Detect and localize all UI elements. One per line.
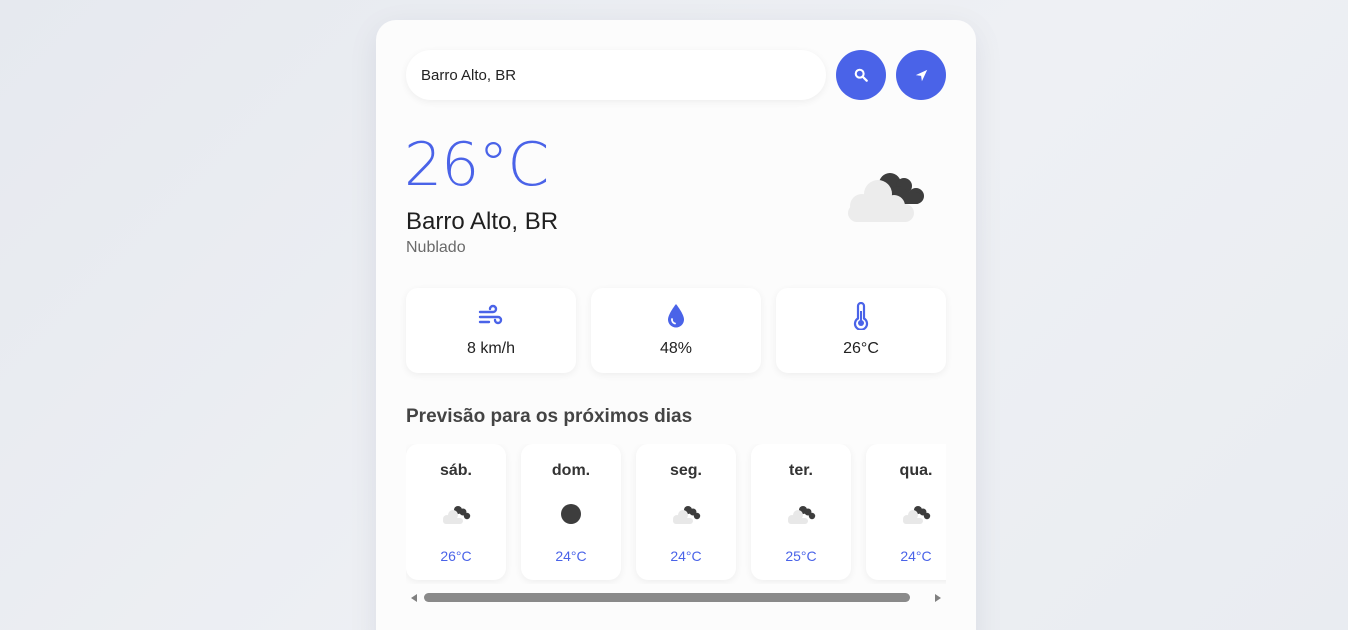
forecast-day-card: qua. 24°C [866, 444, 946, 580]
thermometer-icon [853, 302, 869, 330]
cloudy-icon [903, 506, 931, 524]
location-arrow-icon [915, 69, 927, 81]
current-stats: 8 km/h 48% 26°C [406, 288, 946, 373]
forecast-day-name: seg. [669, 462, 702, 479]
humidity-stat: 48% [591, 288, 761, 373]
current-temperature: 26°C [404, 130, 549, 200]
current-location-button[interactable] [896, 50, 946, 100]
forecast-day-temp: 26°C [440, 548, 472, 564]
forecast-day-card: dom. 24°C [521, 444, 621, 580]
forecast-day-temp: 24°C [555, 548, 587, 564]
cloudy-icon [443, 506, 471, 524]
city-search-input[interactable] [406, 50, 826, 100]
wind-icon [478, 304, 503, 325]
city-name: Barro Alto, BR [406, 208, 559, 235]
feels-like-value: 26°C [843, 340, 879, 357]
cloudy-icon [848, 173, 924, 222]
droplet-icon [668, 304, 684, 328]
wind-stat: 8 km/h [406, 288, 576, 373]
forecast-scrollbar[interactable] [406, 590, 946, 606]
forecast-day-name: ter. [788, 462, 813, 479]
scroll-right-arrow-icon[interactable] [933, 593, 943, 603]
forecast-day-card: sáb. 26°C [406, 444, 506, 580]
forecast-day-card: seg. 24°C [636, 444, 736, 580]
weather-card: 26°C Barro Alto, BR Nublado [376, 20, 976, 630]
cloudy-icon [788, 506, 816, 524]
wind-speed-value: 8 km/h [466, 340, 515, 357]
forecast-day-name: sáb. [439, 462, 472, 479]
circle-icon [561, 504, 581, 524]
forecast-day-name: dom. [551, 462, 591, 479]
forecast-strip[interactable]: sáb. 26°C dom. 24°C seg. 24°C ter. 25°C … [406, 444, 946, 584]
scroll-left-arrow-icon[interactable] [409, 593, 419, 603]
forecast-day-temp: 25°C [785, 548, 817, 564]
scrollbar-thumb[interactable] [424, 593, 910, 602]
feels-like-stat: 26°C [776, 288, 946, 373]
weather-description: Nublado [406, 239, 466, 256]
search-icon [854, 68, 868, 82]
forecast-title: Previsão para os próximos dias [406, 406, 693, 427]
humidity-value: 48% [659, 340, 693, 357]
search-button[interactable] [836, 50, 886, 100]
forecast-day-temp: 24°C [900, 548, 932, 564]
forecast-day-name: qua. [899, 462, 933, 479]
cloudy-icon [673, 506, 701, 524]
forecast-day-card: ter. 25°C [751, 444, 851, 580]
forecast-day-temp: 24°C [670, 548, 702, 564]
search-row [406, 50, 946, 100]
